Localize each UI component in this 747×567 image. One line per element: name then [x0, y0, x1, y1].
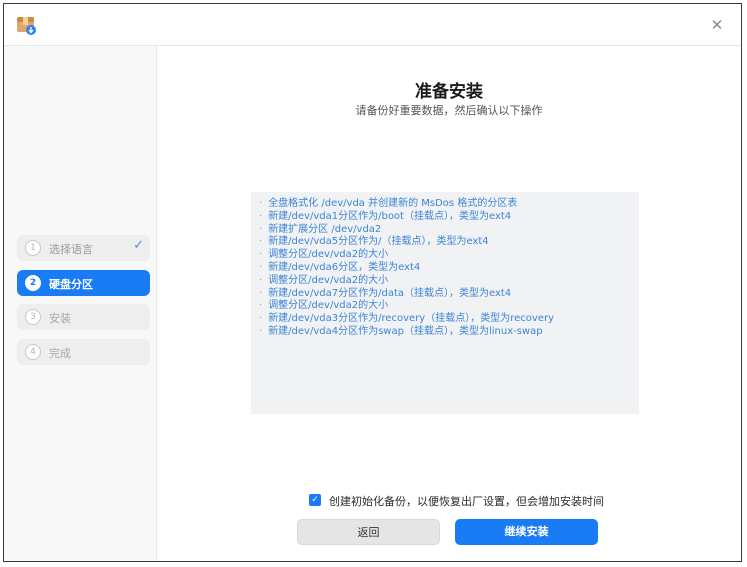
step-number: 3: [25, 309, 41, 325]
operation-item: · 全盘格式化 /dev/vda 并创建新的 MsDos 格式的分区表: [259, 198, 639, 211]
operation-text: 全盘格式化 /dev/vda 并创建新的 MsDos 格式的分区表: [268, 198, 518, 209]
operation-text: 调整分区/dev/vda2的大小: [268, 249, 389, 261]
operation-item: · 新建/dev/vda6分区，类型为ext4: [259, 262, 639, 275]
operation-item: · 新建/dev/vda5分区作为/（挂载点），类型为ext4: [259, 236, 639, 249]
step-label: 硬盘分区: [49, 278, 93, 291]
bullet: ·: [259, 274, 263, 286]
operation-text: 新建/dev/vda7分区作为/data（挂载点），类型为ext4: [268, 287, 512, 299]
operation-text: 新建/dev/vda6分区，类型为ext4: [268, 261, 421, 273]
step-select-language[interactable]: 1 选择语言 ✓: [17, 235, 150, 261]
backup-checkbox-label: 创建初始化备份，以便恢复出厂设置，但会增加安装时间: [329, 495, 604, 508]
bullet: ·: [259, 261, 263, 273]
operation-item: · 新建/dev/vda3分区作为/recovery（挂载点），类型为recove…: [259, 313, 639, 326]
operation-item: · 新建/dev/vda4分区作为swap（挂载点），类型为linux-swap: [259, 326, 639, 339]
page-title: 准备安装: [415, 82, 483, 102]
bullet: ·: [259, 325, 263, 337]
operation-item: · 新建扩展分区 /dev/vda2: [259, 224, 639, 237]
title-bar: ✕: [4, 4, 741, 46]
step-label: 选择语言: [49, 243, 93, 256]
operation-text: 新建/dev/vda3分区作为/recovery（挂载点），类型为recover…: [268, 313, 554, 325]
page-subtitle: 请备份好重要数据，然后确认以下操作: [355, 104, 543, 117]
bullet: ·: [259, 198, 263, 209]
installer-window: ✕ 1 选择语言 ✓ 2 硬盘分区 3 安装 4 完成 准备安装 请备份好重要数…: [3, 3, 742, 562]
bullet: ·: [259, 300, 263, 312]
bullet: ·: [259, 249, 263, 261]
operation-item: · 调整分区/dev/vda2的大小: [259, 275, 639, 288]
step-label: 完成: [49, 347, 71, 360]
checkmark-icon: ✓: [133, 238, 144, 253]
operation-text: 新建/dev/vda5分区作为/（挂载点），类型为ext4: [268, 236, 489, 248]
bullet: ·: [259, 223, 263, 235]
operation-text: 新建/dev/vda4分区作为swap（挂载点），类型为linux-swap: [268, 325, 543, 337]
step-disk-partition[interactable]: 2 硬盘分区: [17, 270, 150, 296]
operation-text: 调整分区/dev/vda2的大小: [268, 300, 389, 312]
operation-item: · 新建/dev/vda7分区作为/data（挂载点），类型为ext4: [259, 288, 639, 301]
step-finish[interactable]: 4 完成: [17, 339, 150, 365]
operation-text: 调整分区/dev/vda2的大小: [268, 274, 389, 286]
step-number: 2: [25, 275, 41, 291]
bullet: ·: [259, 313, 263, 325]
operation-item: · 调整分区/dev/vda2的大小: [259, 300, 639, 313]
close-icon[interactable]: ✕: [707, 15, 727, 35]
step-number: 1: [25, 240, 41, 256]
operations-list: · 全盘格式化 /dev/vda 并创建新的 MsDos 格式的分区表 · 新建/d…: [251, 192, 639, 414]
bullet: ·: [259, 236, 263, 248]
back-button[interactable]: 返回: [297, 519, 440, 545]
step-install[interactable]: 3 安装: [17, 304, 150, 330]
step-label: 安装: [49, 312, 71, 325]
step-number: 4: [25, 344, 41, 360]
main-panel: 准备安装 请备份好重要数据，然后确认以下操作 · 全盘格式化 /dev/vda 并…: [157, 46, 741, 561]
steps-sidebar: 1 选择语言 ✓ 2 硬盘分区 3 安装 4 完成: [4, 46, 157, 561]
package-installer-icon: [17, 17, 36, 35]
bullet: ·: [259, 287, 263, 299]
continue-install-button[interactable]: 继续安装: [455, 519, 598, 545]
backup-checkbox[interactable]: ✓: [309, 494, 321, 506]
operation-text: 新建扩展分区 /dev/vda2: [268, 223, 382, 235]
operation-text: 新建/dev/vda1分区作为/boot（挂载点），类型为ext4: [268, 210, 512, 222]
bullet: ·: [259, 210, 263, 222]
operation-item: · 新建/dev/vda1分区作为/boot（挂载点），类型为ext4: [259, 211, 639, 224]
operation-item: · 调整分区/dev/vda2的大小: [259, 249, 639, 262]
